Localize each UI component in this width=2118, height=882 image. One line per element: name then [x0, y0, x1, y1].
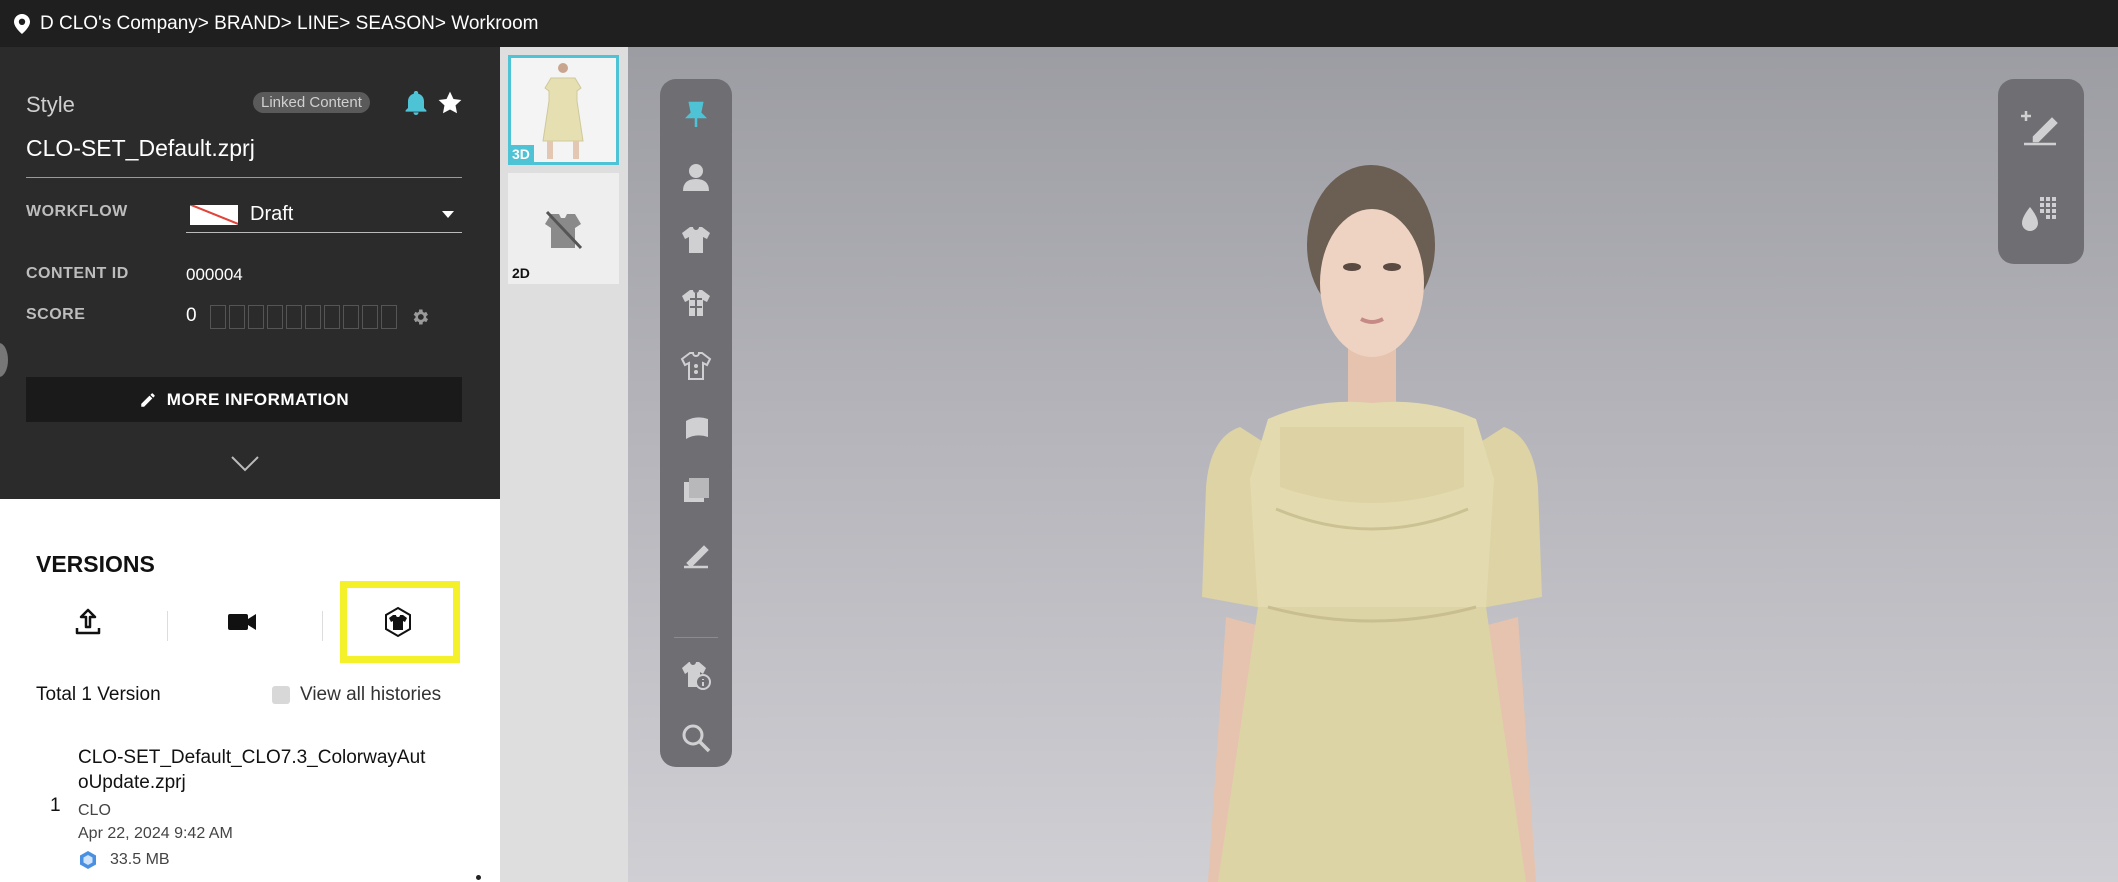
score-box[interactable] — [248, 305, 264, 329]
fabric-icon[interactable] — [680, 287, 712, 319]
score-boxes[interactable] — [210, 305, 397, 329]
content-id-label: CONTENT ID — [26, 265, 129, 282]
measure-icon[interactable] — [680, 539, 712, 571]
clo-file-icon — [80, 851, 96, 869]
score-box[interactable] — [343, 305, 359, 329]
garment-3d-icon[interactable] — [382, 606, 414, 638]
divider — [674, 637, 718, 638]
score-box[interactable] — [210, 305, 226, 329]
score-box[interactable] — [362, 305, 378, 329]
zoom-icon[interactable] — [680, 722, 712, 754]
panel-collapse-handle[interactable] — [0, 343, 8, 377]
score-box[interactable] — [381, 305, 397, 329]
annotation-icon[interactable] — [2020, 107, 2060, 147]
linked-content-badge: Linked Content — [253, 92, 370, 113]
colorway-icon[interactable] — [680, 476, 712, 508]
view-all-checkbox[interactable] — [272, 686, 290, 704]
more-options-icon[interactable] — [476, 875, 481, 880]
material-icon[interactable] — [680, 413, 712, 445]
breadcrumb-bar: D CLO's Company> BRAND> LINE> SEASON> Wo… — [0, 0, 2118, 47]
star-icon[interactable] — [437, 90, 463, 116]
divider — [322, 611, 323, 641]
total-versions: Total 1 Version — [36, 684, 161, 705]
bell-icon[interactable] — [405, 91, 427, 115]
left-tool-panel — [660, 79, 732, 767]
video-icon[interactable] — [226, 606, 258, 638]
no-pattern-icon — [545, 210, 583, 250]
tag-2d: 2D — [508, 264, 534, 282]
avatar-icon[interactable] — [680, 161, 712, 193]
breadcrumb[interactable]: D CLO's Company> BRAND> LINE> SEASON> Wo… — [40, 13, 539, 35]
more-information-label: MORE INFORMATION — [166, 389, 350, 409]
workflow-color-swatch — [190, 204, 238, 225]
view-all-histories-label[interactable]: View all histories — [300, 684, 441, 706]
view-thumbnails: 3D 2D — [500, 47, 628, 882]
content-id-value: 000004 — [186, 265, 243, 284]
version-number: 1 — [50, 795, 61, 816]
style-label: Style — [26, 92, 75, 117]
score-value: 0 — [186, 305, 197, 326]
score-label: SCORE — [26, 306, 86, 323]
version-size: 33.5 MB — [110, 851, 170, 868]
workflow-label: WORKFLOW — [26, 203, 128, 220]
version-author: CLO — [78, 802, 111, 819]
workflow-select[interactable]: Draft — [186, 197, 462, 233]
more-information-button[interactable]: MORE INFORMATION — [26, 377, 462, 422]
3d-viewport[interactable] — [628, 47, 2118, 882]
versions-panel: VERSIONS Total 1 Version View all histor… — [0, 499, 500, 882]
upload-icon[interactable] — [72, 606, 104, 638]
gear-icon[interactable] — [410, 307, 430, 327]
style-info-panel: Style Linked Content CLO-SET_Default.zpr… — [0, 47, 500, 499]
divider — [26, 177, 462, 178]
score-box[interactable] — [324, 305, 340, 329]
pencil-icon — [141, 392, 155, 407]
tag-3d: 3D — [508, 145, 534, 163]
location-pin-icon — [14, 13, 30, 34]
versions-title: VERSIONS — [36, 551, 155, 577]
version-filename[interactable]: CLO-SET_Default_CLO7.3_ColorwayAutoUpdat… — [78, 745, 428, 795]
garment-info-icon[interactable] — [680, 659, 712, 691]
caret-down-icon — [442, 211, 454, 218]
right-tool-panel — [1998, 79, 2084, 264]
style-filename: CLO-SET_Default.zprj — [26, 135, 255, 161]
chevron-down-icon[interactable] — [230, 455, 260, 473]
version-date: Apr 22, 2024 9:42 AM — [78, 825, 233, 842]
color-swatch-icon[interactable] — [2020, 193, 2060, 233]
pin-icon[interactable] — [680, 99, 712, 131]
score-box[interactable] — [229, 305, 245, 329]
garment-icon[interactable] — [680, 224, 712, 256]
divider — [167, 611, 168, 641]
score-box[interactable] — [286, 305, 302, 329]
trim-icon[interactable] — [680, 350, 712, 382]
avatar-dress-render — [1202, 165, 1542, 882]
score-box[interactable] — [267, 305, 283, 329]
score-box[interactable] — [305, 305, 321, 329]
workflow-value: Draft — [250, 203, 294, 225]
